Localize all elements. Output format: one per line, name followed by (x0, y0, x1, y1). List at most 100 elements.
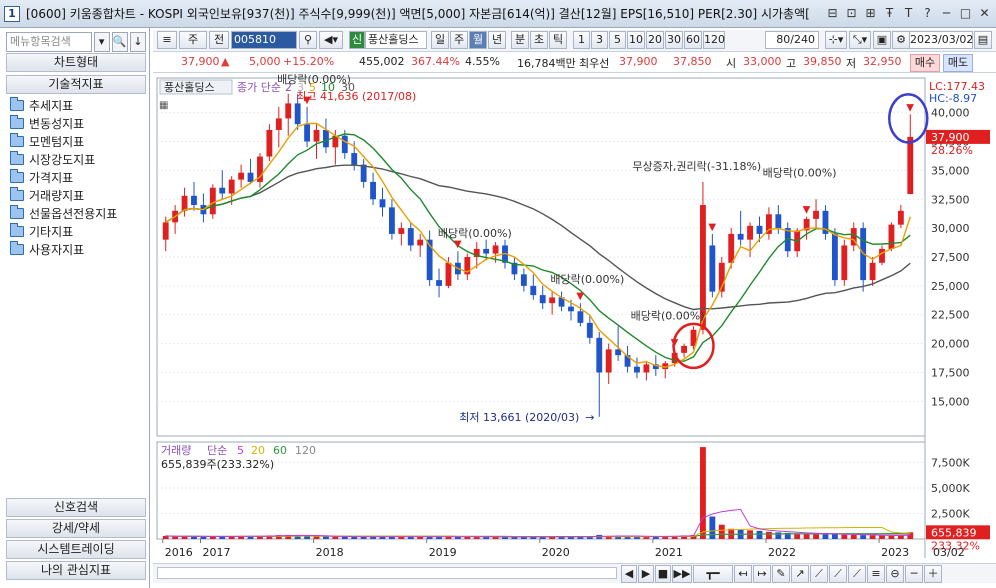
volume-legend-item: 단순 (207, 444, 227, 457)
tree-item[interactable]: 선물옵션전용지표 (10, 204, 117, 222)
tree-item[interactable]: 변동성지표 (10, 114, 117, 132)
speaker-icon[interactable]: ◀▾ (319, 31, 343, 49)
maximize-button[interactable]: □ (958, 6, 973, 21)
menu-icon[interactable]: ≡ (157, 31, 177, 49)
interval-60[interactable]: 60 (684, 31, 702, 49)
period-minute[interactable]: 분 (511, 31, 529, 49)
price-volume-chart[interactable]: 15,000 17,500 20,000 22,500 25,000 27,500 30,0… (153, 74, 996, 563)
fast-forward-icon[interactable]: ▶▶ (672, 565, 692, 583)
line-icon-b[interactable]: ⟋ (829, 565, 847, 583)
hc-label: HC:-8.97 (929, 92, 977, 105)
tech-indicator-header[interactable]: 기술적지표 (6, 75, 146, 94)
tree-item[interactable]: 거래량지표 (10, 186, 117, 204)
tree-item[interactable]: 기타지표 (10, 222, 117, 240)
minus-icon[interactable]: ─ (905, 565, 923, 583)
add-indicator-icon[interactable]: ⊹▾ (825, 31, 847, 49)
down-arrow-icon[interactable]: ↓ (129, 32, 146, 52)
volume-legend-item: 120 (295, 444, 316, 457)
layout-icon[interactable]: ⊟ (825, 6, 840, 21)
system-trading-button[interactable]: 시스템트레이딩 (6, 540, 146, 559)
volume-bar (831, 534, 838, 539)
volume-pct: 367.44% (411, 55, 460, 68)
period-day[interactable]: 일 (431, 31, 449, 49)
interval-20[interactable]: 20 (646, 31, 664, 49)
price-tick-label: 22,500 (931, 309, 970, 322)
pin-icon[interactable]: Ŧ (882, 6, 897, 21)
interval-3[interactable]: 3 (591, 31, 608, 49)
buy-button[interactable]: 매수 (910, 54, 940, 72)
stop-icon[interactable]: ■ (655, 565, 671, 583)
expand-icon[interactable]: ↦ (753, 565, 771, 583)
period-week[interactable]: 주 (450, 31, 468, 49)
draw-tool-icon[interactable]: ⤡▾ (849, 31, 871, 49)
pencil-icon[interactable]: ✎ (772, 565, 790, 583)
candle (681, 345, 688, 353)
split-icon[interactable]: ⊡ (844, 6, 859, 21)
prev-button[interactable]: 전 (209, 31, 229, 49)
save-icon[interactable]: ▣ (873, 31, 891, 49)
best-ask: 37,900 (619, 55, 658, 68)
period-year[interactable]: 년 (488, 31, 506, 49)
x-tick-label: 2018 (316, 546, 344, 559)
candle (181, 195, 188, 211)
x-tick-label: 2021 (655, 546, 683, 559)
my-indicator-button[interactable]: 나의 관심지표 (6, 561, 146, 580)
dropdown-icon[interactable]: ▾ (93, 32, 110, 52)
plus-icon[interactable]: ＋ (924, 565, 942, 583)
tree-item[interactable]: 시장강도지표 (10, 150, 117, 168)
zoom-out-icon[interactable]: ⊖ (886, 565, 904, 583)
menu-icon[interactable]: ≡ (867, 565, 885, 583)
signal-search-button[interactable]: 신호검색 (6, 498, 146, 517)
help-icon[interactable]: ? (920, 6, 935, 21)
period-month[interactable]: 월 (469, 31, 487, 49)
line-icon-a[interactable]: ⟋ (810, 565, 828, 583)
text-icon[interactable]: T (901, 6, 916, 21)
interval-1[interactable]: 1 (573, 31, 590, 49)
scroll-left-icon[interactable]: ◀ (621, 565, 637, 583)
sell-button[interactable]: 매도 (943, 54, 973, 72)
period-second[interactable]: 초 (530, 31, 548, 49)
tree-item[interactable]: 사용자지표 (10, 240, 117, 258)
chart-scrollbar[interactable] (157, 567, 617, 579)
tree-item[interactable]: 추세지표 (10, 96, 117, 114)
interval-10[interactable]: 10 (627, 31, 645, 49)
volume-legend-item: 60 (273, 444, 287, 457)
volume-bar (483, 537, 490, 539)
zoom-slider[interactable]: ┳━ (693, 565, 733, 583)
stock-name[interactable]: 풍산홀딩스 (365, 31, 427, 49)
search-icon[interactable]: 🔍 (111, 32, 128, 52)
candle (737, 233, 744, 240)
trendline-icon[interactable]: ↗ (791, 565, 809, 583)
bar-count-input[interactable]: 80/240 (765, 31, 819, 49)
candle (360, 164, 367, 182)
stock-type-select[interactable]: 주 (179, 31, 207, 49)
line-icon-c[interactable]: ⟋ (848, 565, 866, 583)
interval-120[interactable]: 120 (703, 31, 725, 49)
x-tick-label: 03/02 (933, 546, 965, 559)
tree-item[interactable]: 가격지표 (10, 168, 117, 186)
candle (549, 297, 556, 304)
interval-30[interactable]: 30 (665, 31, 683, 49)
candle (813, 210, 819, 219)
annotation-event: 배당락(0.00%) (763, 167, 837, 180)
period-tick[interactable]: 틱 (549, 31, 567, 49)
scroll-right-icon[interactable]: ▶ (638, 565, 654, 583)
minimize-button[interactable]: ─ (939, 6, 954, 21)
volume-bar (351, 536, 358, 539)
tree-item[interactable]: 모멘텀지표 (10, 132, 117, 150)
stock-code-input[interactable]: 005810 (231, 31, 297, 49)
date-input[interactable]: 2023/03/02 (909, 31, 973, 49)
calendar-icon[interactable]: ▤ (974, 31, 992, 49)
strength-button[interactable]: 강세/약세 (6, 519, 146, 538)
grid-icon[interactable]: ⊞ (863, 6, 878, 21)
search-icon[interactable]: ⚲ (299, 31, 317, 49)
chart-type-header[interactable]: 차트형태 (6, 53, 146, 72)
close-button[interactable]: ✕ (977, 6, 992, 21)
chart-area[interactable]: 15,000 17,500 20,000 22,500 25,000 27,500 30,0… (153, 74, 996, 588)
shrink-icon[interactable]: ↤ (734, 565, 752, 583)
gear-icon[interactable]: ⚙ (892, 31, 910, 49)
annotation-high: 최고 41,636 (2017/08) (296, 90, 416, 103)
interval-5[interactable]: 5 (609, 31, 626, 49)
candle (209, 187, 216, 215)
menu-search-input[interactable]: 메뉴항목검색 (6, 32, 92, 52)
